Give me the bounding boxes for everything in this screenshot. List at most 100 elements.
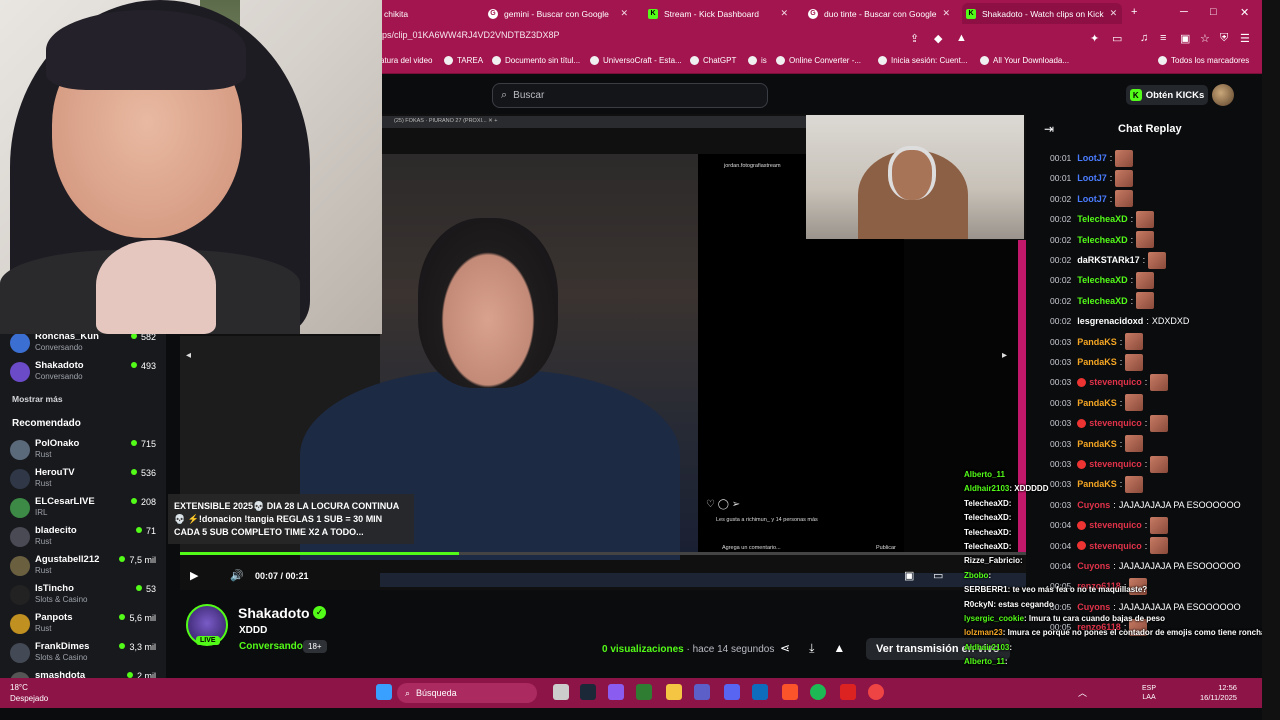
- user-avatar[interactable]: [1212, 84, 1234, 106]
- start-icon[interactable]: [376, 684, 392, 700]
- chat-username[interactable]: TelecheaXD: [1077, 235, 1127, 245]
- obs-icon[interactable]: [868, 684, 884, 700]
- share-icon[interactable]: ⇪: [910, 32, 919, 45]
- chat-username[interactable]: lesgrenacidoxd: [1077, 316, 1143, 326]
- close-tab-icon[interactable]: ✕: [620, 8, 634, 19]
- share-icon[interactable]: ⋖: [780, 641, 790, 656]
- sidebar-channel[interactable]: Shakadoto Conversando 493: [10, 360, 160, 388]
- star-icon[interactable]: ☆: [1200, 32, 1210, 45]
- bookmark[interactable]: is: [748, 56, 767, 65]
- explorer-icon[interactable]: [666, 684, 682, 700]
- close-window-button[interactable]: ✕: [1240, 6, 1249, 19]
- taskview-icon[interactable]: [553, 684, 569, 700]
- bookmark[interactable]: Inicia sesión: Cuent...: [878, 56, 967, 65]
- mail-icon[interactable]: [752, 684, 768, 700]
- sidebar-channel[interactable]: PolOnako Rust 715: [10, 438, 160, 466]
- shield-icon[interactable]: ⛨: [1220, 32, 1228, 45]
- tray-chevron-icon[interactable]: ︿: [1078, 686, 1087, 699]
- next-arrow-icon[interactable]: ▸: [1002, 350, 1007, 361]
- browser-tab[interactable]: Gchikita: [380, 3, 480, 24]
- list-icon[interactable]: ≡: [1160, 32, 1166, 44]
- spotify-icon[interactable]: [810, 684, 826, 700]
- chat-username[interactable]: Cuyons: [1077, 561, 1110, 571]
- theater-icon[interactable]: ▭: [933, 569, 943, 582]
- sidebar-channel[interactable]: Panpots Rust 5,6 mil: [10, 612, 160, 640]
- url-text[interactable]: ips/clip_01KA6WW4RJ4VD2VNDTBZ3DX8P: [380, 30, 560, 40]
- play-icon[interactable]: ▶: [190, 569, 198, 582]
- chat-username[interactable]: stevenquico: [1089, 520, 1142, 530]
- app-icon[interactable]: [840, 684, 856, 700]
- sidebar-channel[interactable]: HerouTV Rust 536: [10, 467, 160, 495]
- browser-tab[interactable]: Gduo tinte - Buscar con Google ✕: [804, 3, 954, 24]
- sidebar-channel[interactable]: FrankDimes Slots & Casino 3,3 mil: [10, 641, 160, 669]
- chat-username[interactable]: TelecheaXD: [1077, 275, 1127, 285]
- chat-username[interactable]: stevenquico: [1089, 541, 1142, 551]
- browser-tab[interactable]: K Stream - Kick Dashboard ✕: [644, 3, 794, 24]
- bookmark[interactable]: Online Converter -...: [776, 56, 861, 65]
- steam-icon[interactable]: [580, 684, 596, 700]
- sidebar-channel[interactable]: Agustabell212 Rust 7,5 mil: [10, 554, 160, 582]
- sidebar-channel[interactable]: ELCesarLIVE IRL 208: [10, 496, 160, 524]
- chat-username[interactable]: stevenquico: [1089, 459, 1142, 469]
- scrollbar[interactable]: [1262, 0, 1280, 720]
- bookmark[interactable]: Documento sin títul...: [492, 56, 580, 65]
- chat-username[interactable]: daRKSTARk17: [1077, 255, 1139, 265]
- sidebar-icon[interactable]: ▣: [1180, 32, 1190, 45]
- collapse-chat-icon[interactable]: ⇥: [1044, 122, 1054, 136]
- bookmark[interactable]: All Your Downloada...: [980, 56, 1069, 65]
- stream-category[interactable]: Conversando: [239, 641, 303, 652]
- chat-username[interactable]: TelecheaXD: [1077, 296, 1127, 306]
- prev-arrow-icon[interactable]: ◂: [186, 350, 191, 361]
- chat-username[interactable]: stevenquico: [1089, 377, 1142, 387]
- chat-username[interactable]: LootJ7: [1077, 194, 1107, 204]
- get-kicks-button[interactable]: K Obtén KICKs: [1126, 85, 1208, 105]
- bookmark[interactable]: Todos los marcadores: [1158, 56, 1249, 65]
- show-more-link[interactable]: Mostrar más: [12, 394, 63, 404]
- chat-username[interactable]: stevenquico: [1089, 418, 1142, 428]
- chat-username[interactable]: Cuyons: [1077, 500, 1110, 510]
- discord-icon[interactable]: [724, 684, 740, 700]
- brave-icon[interactable]: [782, 684, 798, 700]
- sidebar-channel[interactable]: IsTincho Slots & Casino 53: [10, 583, 160, 611]
- close-tab-icon[interactable]: ✕: [942, 8, 954, 19]
- chat-username[interactable]: LootJ7: [1077, 173, 1107, 183]
- chat-username[interactable]: PandaKS: [1077, 398, 1117, 408]
- sidebar-channel[interactable]: Ronchas_Kun Conversando 582: [10, 331, 160, 359]
- clock[interactable]: 12:56 16/11/2025: [1200, 683, 1237, 703]
- report-icon[interactable]: ▲: [833, 641, 845, 656]
- chat-username[interactable]: PandaKS: [1077, 357, 1117, 367]
- excel-icon[interactable]: [636, 684, 652, 700]
- minimize-button[interactable]: ─: [1180, 6, 1188, 18]
- new-tab-button[interactable]: +: [1131, 6, 1137, 18]
- sidebar-channel[interactable]: bladecito Rust 71: [10, 525, 160, 553]
- chat-username[interactable]: PandaKS: [1077, 439, 1117, 449]
- channel-name[interactable]: Shakadoto: [238, 605, 310, 621]
- weather-widget[interactable]: 18°C Despejado: [10, 682, 48, 704]
- bookmark[interactable]: UniversoCraft - Esta...: [590, 56, 682, 65]
- maximize-button[interactable]: □: [1210, 6, 1217, 18]
- language-indicator[interactable]: ESP LAA: [1142, 684, 1156, 702]
- close-tab-icon[interactable]: ✕: [1110, 8, 1122, 19]
- search-input[interactable]: ⌕ Buscar: [492, 83, 768, 108]
- chat-username[interactable]: PandaKS: [1077, 337, 1117, 347]
- chat-username[interactable]: PandaKS: [1077, 479, 1117, 489]
- teams-icon[interactable]: [694, 684, 710, 700]
- copilot-icon[interactable]: [608, 684, 624, 700]
- warning-icon[interactable]: ▲: [956, 32, 967, 44]
- browser-tab[interactable]: K Shakadoto - Watch clips on Kick ✕: [962, 3, 1122, 24]
- cast-icon[interactable]: ▭: [1112, 32, 1122, 45]
- volume-icon[interactable]: 🔊: [230, 569, 244, 582]
- download-icon[interactable]: ⤓: [809, 641, 814, 656]
- extensions-puzzle-icon[interactable]: ✦: [1090, 32, 1099, 45]
- browser-tab[interactable]: Ggemini - Buscar con Google ✕: [484, 3, 634, 24]
- pip-icon[interactable]: ▣: [904, 569, 914, 582]
- menu-icon[interactable]: ☰: [1240, 32, 1250, 45]
- bookmark[interactable]: atura del video: [380, 56, 432, 65]
- chat-username[interactable]: LootJ7: [1077, 153, 1107, 163]
- close-tab-icon[interactable]: ✕: [780, 8, 794, 19]
- bookmark[interactable]: TAREA: [444, 56, 483, 65]
- extension-icon[interactable]: ◆: [934, 32, 942, 45]
- bookmark[interactable]: ChatGPT: [690, 56, 736, 65]
- chat-username[interactable]: Cuyons: [1077, 602, 1110, 612]
- taskbar-search[interactable]: ⌕ Búsqueda: [397, 683, 537, 703]
